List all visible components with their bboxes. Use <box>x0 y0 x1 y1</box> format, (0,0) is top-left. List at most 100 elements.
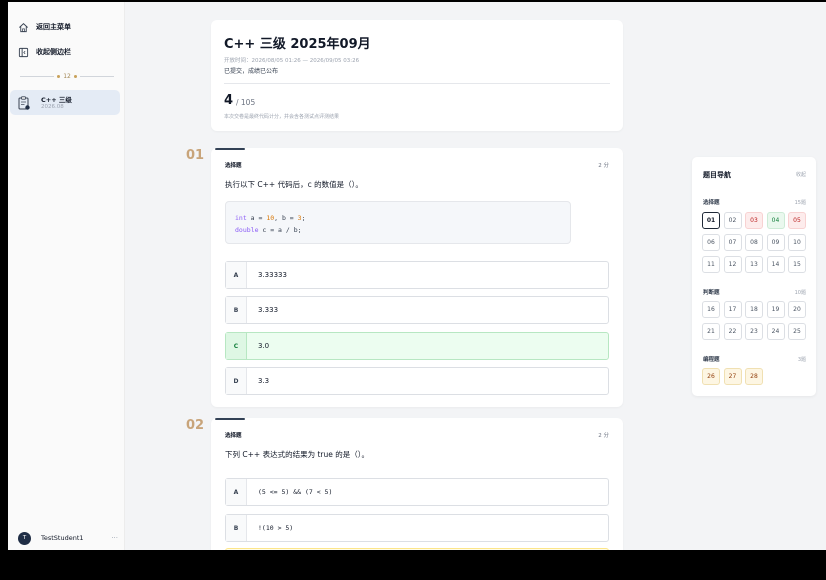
nav-section-title: 编程题 <box>703 357 720 363</box>
question-card: 选择题 2 分 下列 C++ 表达式的结果为 true 的是（）。 A (5 <… <box>211 418 623 550</box>
question-type: 选择题 <box>225 163 242 169</box>
nav-question-cell[interactable]: 05 <box>788 212 806 229</box>
exam-item-title: C++ 三级 <box>41 96 72 104</box>
score-value: 4 <box>224 93 234 108</box>
back-to-menu-button[interactable]: 返回主菜单 <box>18 19 71 35</box>
divider-dot-icon <box>57 74 61 78</box>
sidebar-toggle-icon <box>18 47 29 57</box>
question-number: 01 <box>186 148 205 163</box>
question-number: 02 <box>186 418 205 433</box>
nav-question-cell[interactable]: 16 <box>702 301 720 318</box>
option-text: !(10 > 5) <box>258 524 294 532</box>
nav-question-cell[interactable]: 26 <box>702 368 720 385</box>
page-title: C++ 三级 2025年09月 <box>224 37 371 52</box>
nav-question-cell[interactable]: 23 <box>745 323 763 340</box>
nav-grid-judge: 16 17 18 19 20 21 22 23 24 25 <box>702 301 806 340</box>
option-c-correct[interactable]: C 3.0 <box>225 332 609 360</box>
question-card: 选择题 2 分 执行以下 C++ 代码后，c 的数值是（）。 int a = 1… <box>211 148 623 407</box>
nav-question-cell[interactable]: 17 <box>723 301 742 318</box>
nav-section-title: 判断题 <box>703 290 720 296</box>
question-accent-bar <box>215 418 245 420</box>
nav-question-cell[interactable]: 03 <box>745 212 763 229</box>
header-divider <box>224 83 610 84</box>
option-a[interactable]: A (5 <= 5) && (7 < 5) <box>225 478 609 506</box>
nav-question-cell[interactable]: 24 <box>766 323 785 340</box>
option-text: 3.0 <box>258 342 270 350</box>
nav-grid-choice: 01 02 03 04 05 06 07 08 09 10 11 12 13 1… <box>702 212 806 273</box>
collapse-sidebar-button[interactable]: 收起侧边栏 <box>18 44 71 60</box>
code-block: int a = 10, b = 3; double c = a / b; <box>225 201 571 244</box>
option-letter: A <box>226 262 247 288</box>
option-letter: B <box>226 515 247 541</box>
option-a[interactable]: A 3.33333 <box>225 261 609 289</box>
option-letter: A <box>226 479 247 505</box>
nav-question-cell[interactable]: 09 <box>766 234 785 251</box>
nav-question-cell[interactable]: 06 <box>702 234 720 251</box>
back-to-menu-label: 返回主菜单 <box>36 23 71 31</box>
nav-collapse-button[interactable]: 收起 <box>796 171 806 178</box>
nav-question-cell[interactable]: 12 <box>723 256 742 273</box>
nav-question-cell[interactable]: 21 <box>702 323 720 340</box>
question-text: 执行以下 C++ 代码后，c 的数值是（）。 <box>225 180 363 189</box>
exam-item-date: 2026.08 <box>41 104 64 110</box>
sidebar: 返回主菜单 收起侧边栏 12 C++ 三级 2026.08 T TestStud… <box>8 2 125 550</box>
option-b[interactable]: B !(10 > 5) <box>225 514 609 542</box>
nav-section-count: 10题 <box>794 290 806 296</box>
option-letter: C <box>226 333 247 359</box>
year-label: 12 <box>63 72 71 80</box>
collapse-sidebar-label: 收起侧边栏 <box>36 48 71 56</box>
nav-question-cell[interactable]: 28 <box>745 368 763 385</box>
question-type: 选择题 <box>225 433 242 439</box>
nav-question-cell[interactable]: 15 <box>788 256 806 273</box>
nav-question-cell[interactable]: 07 <box>723 234 742 251</box>
question-text: 下列 C++ 表达式的结果为 true 的是（）。 <box>225 450 369 459</box>
question-points: 2 分 <box>598 433 609 439</box>
more-options-icon[interactable]: ··· <box>111 534 118 542</box>
nav-section-count: 15题 <box>794 200 806 206</box>
user-name: TestStudent1 <box>41 534 84 542</box>
sidebar-exam-item[interactable]: C++ 三级 2026.08 <box>10 90 120 115</box>
nav-section-count: 3题 <box>797 357 806 363</box>
option-d[interactable]: D 3.3 <box>225 367 609 395</box>
app-window: 返回主菜单 收起侧边栏 12 C++ 三级 2026.08 T TestStud… <box>8 2 826 550</box>
score-total: / 105 <box>236 98 256 107</box>
option-c[interactable] <box>225 548 609 550</box>
open-time-range: 开放时间：2026/08/05 01:26 — 2026/09/05 03:26 <box>224 58 360 64</box>
submission-status: 已提交，成绩已公布 <box>224 68 279 75</box>
option-letter: B <box>226 297 247 323</box>
question-navigation-panel: 题目导航 收起 选择题 15题 01 02 03 04 05 06 07 08 … <box>692 157 816 396</box>
avatar: T <box>18 531 31 545</box>
option-letter: D <box>226 368 247 394</box>
nav-question-cell[interactable]: 04 <box>766 212 785 229</box>
nav-question-cell[interactable]: 27 <box>723 368 742 385</box>
home-icon <box>19 22 28 32</box>
nav-question-cell[interactable]: 11 <box>702 256 720 273</box>
nav-question-cell[interactable]: 08 <box>745 234 763 251</box>
nav-grid-code: 26 27 28 <box>702 368 806 385</box>
question-accent-bar <box>215 148 245 150</box>
exam-header-card: C++ 三级 2025年09月 开放时间：2026/08/05 01:26 — … <box>211 20 623 131</box>
nav-question-cell[interactable]: 14 <box>766 256 785 273</box>
nav-question-cell[interactable]: 13 <box>745 256 763 273</box>
year-divider: 12 <box>20 72 115 80</box>
option-text: 3.33333 <box>258 271 287 279</box>
question-points: 2 分 <box>598 163 609 169</box>
nav-question-cell[interactable]: 01 <box>702 212 720 229</box>
clipboard-icon <box>18 96 30 110</box>
nav-question-cell[interactable]: 19 <box>766 301 785 318</box>
nav-question-cell[interactable]: 25 <box>788 323 806 340</box>
divider-dot-icon <box>73 74 77 78</box>
option-text: (5 <= 5) && (7 < 5) <box>258 488 333 496</box>
nav-section-title: 选择题 <box>703 200 720 206</box>
nav-question-cell[interactable]: 02 <box>723 212 742 229</box>
user-profile[interactable]: T TestStudent1 ··· <box>18 531 118 545</box>
option-text: 3.3 <box>258 377 270 385</box>
nav-question-cell[interactable]: 22 <box>723 323 742 340</box>
nav-question-cell[interactable]: 10 <box>788 234 806 251</box>
nav-question-cell[interactable]: 20 <box>788 301 806 318</box>
nav-question-cell[interactable]: 18 <box>745 301 763 318</box>
nav-title: 题目导航 <box>703 171 731 179</box>
option-text: 3.333 <box>258 306 279 314</box>
option-b[interactable]: B 3.333 <box>225 296 609 324</box>
score-note: 本次交卷是最终代码计分，并会含各测试点评测结果 <box>224 114 340 120</box>
